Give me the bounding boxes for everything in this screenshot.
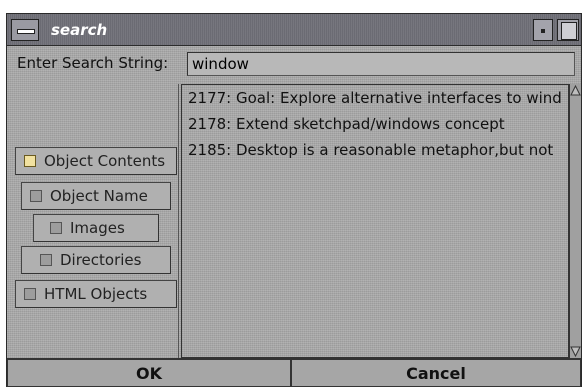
results-list[interactable]: 2177: Goal: Explore alternative interfac… xyxy=(181,84,569,358)
option-label: HTML Objects xyxy=(44,285,148,303)
vertical-scrollbar[interactable] xyxy=(569,84,581,358)
ok-button[interactable]: OK xyxy=(7,359,291,387)
option-directories[interactable]: Directories xyxy=(21,246,171,274)
scroll-up-arrow-icon[interactable] xyxy=(570,84,581,98)
option-images[interactable]: Images xyxy=(33,214,159,242)
option-label: Directories xyxy=(60,251,142,269)
option-object-contents[interactable]: Object Contents xyxy=(15,147,177,175)
option-label: Object Name xyxy=(50,187,148,205)
list-item[interactable]: 2178: Extend sketchpad/windows concept xyxy=(188,115,505,133)
search-input[interactable] xyxy=(187,52,575,76)
checkbox-icon xyxy=(30,190,42,202)
checkbox-icon xyxy=(50,222,62,234)
scroll-down-arrow-icon[interactable] xyxy=(570,344,581,358)
search-options-panel: Object Contents Object Name Images Direc… xyxy=(7,84,179,358)
search-window: search Enter Search String: Object Conte… xyxy=(6,13,582,387)
cancel-button[interactable]: Cancel xyxy=(291,359,581,387)
search-label: Enter Search String: xyxy=(17,54,169,72)
checkbox-icon xyxy=(24,155,36,167)
window-menu-button[interactable] xyxy=(11,19,39,41)
minimize-icon xyxy=(541,29,545,33)
option-label: Images xyxy=(70,219,125,237)
window-title: search xyxy=(51,21,108,39)
option-html-objects[interactable]: HTML Objects xyxy=(15,280,177,308)
checkbox-icon xyxy=(24,288,36,300)
dialog-button-row: OK Cancel xyxy=(7,358,581,387)
checkbox-icon xyxy=(40,254,52,266)
maximize-icon xyxy=(561,22,577,40)
option-label: Object Contents xyxy=(44,152,166,170)
minimize-button[interactable] xyxy=(533,19,553,41)
window-menu-icon xyxy=(17,29,35,34)
title-bar[interactable]: search xyxy=(7,14,581,46)
list-item[interactable]: 2185: Desktop is a reasonable metaphor,b… xyxy=(188,141,553,159)
maximize-button[interactable] xyxy=(557,19,579,41)
list-item[interactable]: 2177: Goal: Explore alternative interfac… xyxy=(188,89,562,107)
option-object-name[interactable]: Object Name xyxy=(21,182,171,210)
